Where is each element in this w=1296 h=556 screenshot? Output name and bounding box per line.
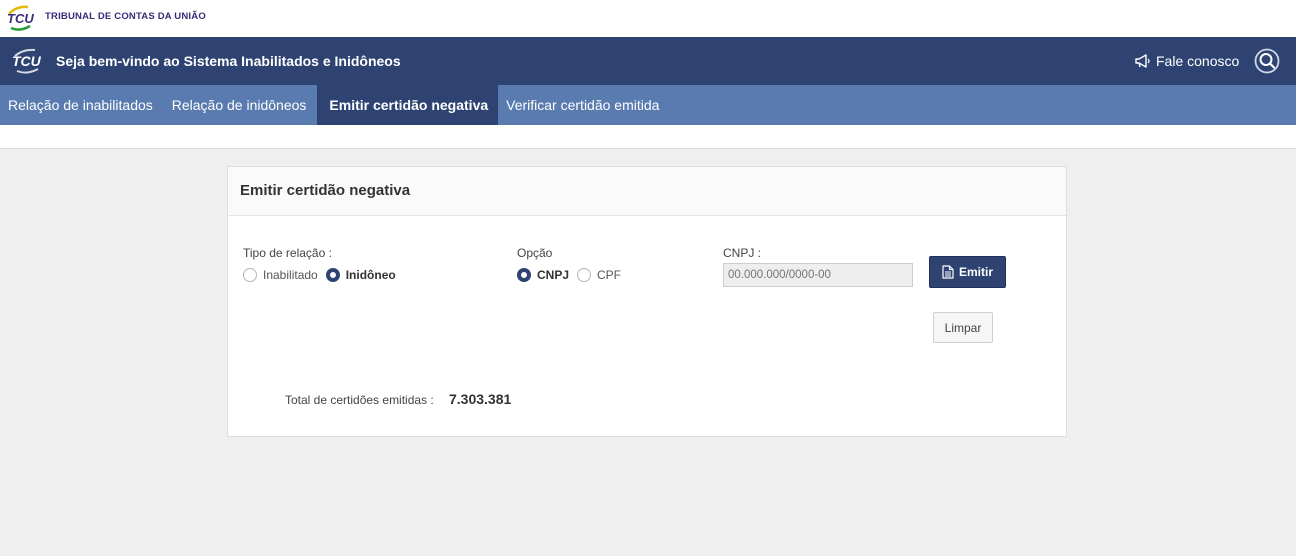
card-title: Emitir certidão negativa: [240, 182, 411, 199]
emitir-certidao-card: Emitir certidão negativa Tipo de relação…: [227, 166, 1067, 437]
radio-cnpj-label[interactable]: CNPJ: [537, 268, 569, 282]
radio-inidoneo-label[interactable]: Inidôneo: [346, 268, 396, 282]
radio-cnpj[interactable]: [517, 268, 531, 282]
nav-item-relacao-inabilitados[interactable]: Relação de inabilitados: [0, 85, 164, 125]
limpar-button[interactable]: Limpar: [933, 312, 993, 343]
cnpj-label: CNPJ :: [723, 246, 762, 260]
header-logo-text: TCU: [12, 53, 42, 69]
nav-item-emitir-certidao[interactable]: Emitir certidão negativa: [317, 85, 499, 125]
search-icon[interactable]: [1253, 47, 1281, 75]
tipo-relacao-group: Inabilitado Inidôneo: [243, 268, 404, 282]
card-header: Emitir certidão negativa: [228, 167, 1066, 216]
tcu-logo-icon: TCU: [7, 5, 34, 31]
tipo-relacao-label: Tipo de relação :: [243, 246, 332, 260]
header-tcu-logo-icon[interactable]: TCU: [11, 47, 49, 75]
brand-strip: TCU TRIBUNAL DE CONTAS DA UNIÃO: [0, 0, 1296, 37]
radio-inabilitado[interactable]: [243, 268, 257, 282]
nav-item-verificar-certidao[interactable]: Verificar certidão emitida: [498, 85, 670, 125]
spacer-band: [0, 125, 1296, 149]
document-icon: [942, 265, 954, 279]
radio-inabilitado-label[interactable]: Inabilitado: [263, 268, 318, 282]
nav-item-relacao-inidoneos[interactable]: Relação de inidôneos: [164, 85, 318, 125]
radio-cpf[interactable]: [577, 268, 592, 282]
radio-inidoneo[interactable]: [325, 268, 340, 282]
page-title: Seja bem-vindo ao Sistema Inabilitados e…: [56, 53, 401, 69]
contact-label: Fale conosco: [1156, 53, 1240, 69]
total-certidoes-value: 7.303.381: [449, 391, 512, 407]
opcao-label: Opção: [517, 246, 553, 260]
opcao-group: CNPJ CPF: [517, 268, 629, 282]
header-bar: TCU Seja bem-vindo ao Sistema Inabilitad…: [0, 37, 1296, 85]
cnpj-input[interactable]: [723, 263, 913, 287]
emitir-button[interactable]: Emitir: [929, 256, 1006, 288]
brand-name: TRIBUNAL DE CONTAS DA UNIÃO: [45, 11, 206, 22]
megaphone-icon: [1135, 54, 1150, 68]
main-nav: Relação de inabilitados Relação de inidô…: [0, 85, 1296, 125]
brand-logo-text: TCU: [7, 11, 34, 26]
emitir-label: Emitir: [958, 265, 993, 279]
radio-cpf-label[interactable]: CPF: [597, 268, 621, 282]
contact-link[interactable]: Fale conosco: [1134, 52, 1239, 70]
total-certidoes-label: Total de certidões emitidas :: [285, 393, 434, 407]
